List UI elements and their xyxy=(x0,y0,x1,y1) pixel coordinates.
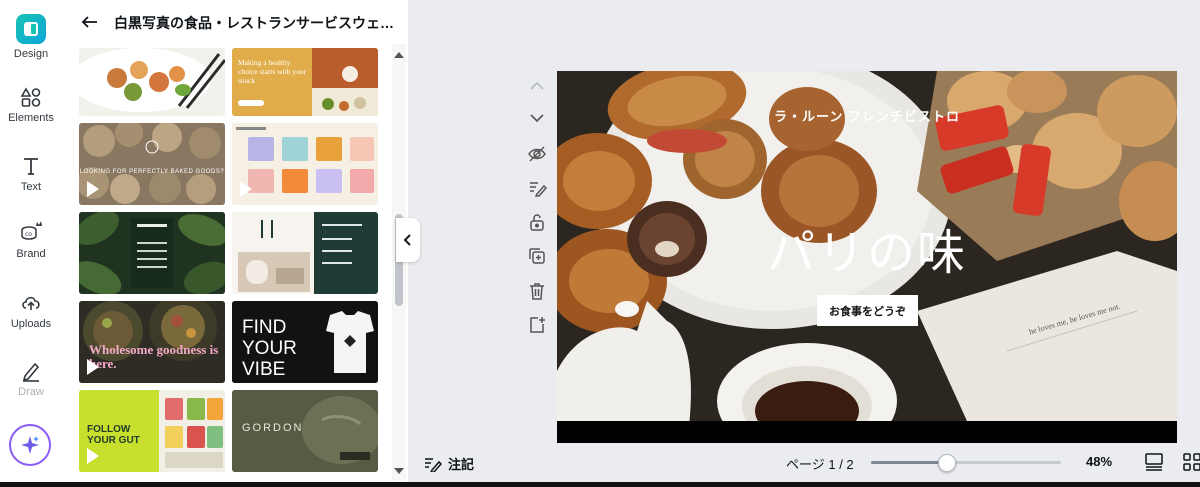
canvas-subtitle[interactable]: ラ・ルーン フレンチビストロ xyxy=(557,106,1177,125)
rail-brand[interactable]: co Brand xyxy=(0,220,62,260)
rail-label: Design xyxy=(13,48,49,60)
template-thumbnail[interactable] xyxy=(79,48,225,116)
rail-elements[interactable]: Elements xyxy=(0,86,62,124)
template-text: LOOKING FOR PERFECTLY BAKED GOODS? xyxy=(79,169,225,175)
rail-label: Uploads xyxy=(10,318,52,330)
canvas-title[interactable]: パリの味 xyxy=(557,213,1177,283)
page-thumbnails-icon[interactable] xyxy=(1144,452,1164,472)
trash-icon[interactable] xyxy=(527,281,547,301)
template-text: FIND YOUR VIBE xyxy=(242,317,297,380)
notes-edit-icon[interactable] xyxy=(527,178,547,198)
brand-crown-icon: co xyxy=(21,221,42,240)
template-thumbnail[interactable]: Wholesome goodness is here. xyxy=(79,301,225,383)
template-thumbnail[interactable] xyxy=(232,212,378,294)
rail-text[interactable]: Text xyxy=(0,155,62,193)
panel-header: 白黒写真の食品・レストランサービスウェ… xyxy=(62,0,408,44)
canvas-cta-button[interactable]: お食事をどうぞ xyxy=(817,295,918,326)
grid-view-icon[interactable] xyxy=(1182,452,1200,472)
hide-eye-icon[interactable] xyxy=(527,144,547,164)
templates-panel: 白黒写真の食品・レストランサービスウェ… Making a healthy ch… xyxy=(62,0,408,487)
panel-title: 白黒写真の食品・レストランサービスウェ… xyxy=(114,15,394,31)
zoom-slider-fill xyxy=(871,461,947,464)
page-indicator[interactable]: ページ 1 / 2 xyxy=(786,454,854,473)
panel-scrollbar[interactable] xyxy=(392,44,406,480)
template-thumbnail[interactable] xyxy=(79,212,225,294)
template-thumbnail[interactable]: FOLLOW YOUR GUT xyxy=(79,390,225,472)
zoom-percentage[interactable]: 48% xyxy=(1086,454,1112,469)
template-text: Wholesome goodness is here. xyxy=(89,342,219,371)
rail-design[interactable]: Design xyxy=(0,14,62,60)
collapse-panel-button[interactable] xyxy=(396,218,420,262)
zoom-slider[interactable] xyxy=(871,454,1061,472)
shapes-icon xyxy=(20,87,41,107)
template-thumbnail[interactable]: FIND YOUR VIBE xyxy=(232,301,378,383)
sparkle-icon xyxy=(21,436,39,454)
rail-uploads[interactable]: Uploads xyxy=(0,292,62,330)
rail-label: Brand xyxy=(16,248,46,260)
left-rail: Design Elements Text co Brand Uploads Dr… xyxy=(0,0,62,487)
chevron-down-icon[interactable] xyxy=(527,108,547,128)
chevron-left-icon xyxy=(403,234,411,246)
template-text: GORDON xyxy=(242,422,304,434)
rail-label: Elements xyxy=(8,112,54,124)
rail-draw[interactable]: Draw xyxy=(0,360,62,398)
design-canvas[interactable]: ラ・ルーン フレンチビストロ パリの味 お食事をどうぞ he loves me,… xyxy=(557,71,1177,443)
play-icon xyxy=(87,181,99,197)
template-thumbnail[interactable]: LOOKING FOR PERFECTLY BAKED GOODS? xyxy=(79,123,225,205)
bottom-edge-strip xyxy=(0,482,1200,487)
rail-label: Text xyxy=(20,181,42,193)
text-icon xyxy=(24,158,38,175)
rail-label: Draw xyxy=(18,386,44,398)
add-page-icon[interactable] xyxy=(527,315,547,335)
back-arrow-icon[interactable] xyxy=(80,12,100,32)
zoom-slider-knob[interactable] xyxy=(938,454,956,472)
upload-cloud-icon xyxy=(22,296,40,310)
bottom-toolbar: 注記 ページ 1 / 2 48% xyxy=(408,442,1200,482)
pen-icon xyxy=(22,362,40,382)
play-icon xyxy=(87,448,99,464)
notes-icon xyxy=(425,457,442,472)
template-thumbnail[interactable] xyxy=(232,123,378,205)
notes-button[interactable]: 注記 xyxy=(424,454,474,473)
template-text: Making a healthy choice starts with your… xyxy=(238,58,307,85)
design-logo-icon xyxy=(16,14,46,44)
scroll-up-icon[interactable] xyxy=(394,52,404,58)
chevron-up-icon[interactable] xyxy=(527,76,547,96)
notes-label: 注記 xyxy=(448,457,475,472)
template-thumbnail[interactable]: Making a healthy choice starts with your… xyxy=(232,48,378,116)
duplicate-icon[interactable] xyxy=(527,246,547,266)
magic-button[interactable] xyxy=(9,424,51,466)
template-thumbnail[interactable]: GORDON xyxy=(232,390,378,472)
svg-text:co: co xyxy=(25,231,32,238)
play-icon xyxy=(240,181,252,197)
play-icon xyxy=(87,359,99,375)
template-text: FOLLOW YOUR GUT xyxy=(87,424,140,446)
lock-icon[interactable] xyxy=(527,212,547,232)
canvas-bottom-bar xyxy=(557,421,1177,443)
scroll-down-icon[interactable] xyxy=(394,468,404,474)
